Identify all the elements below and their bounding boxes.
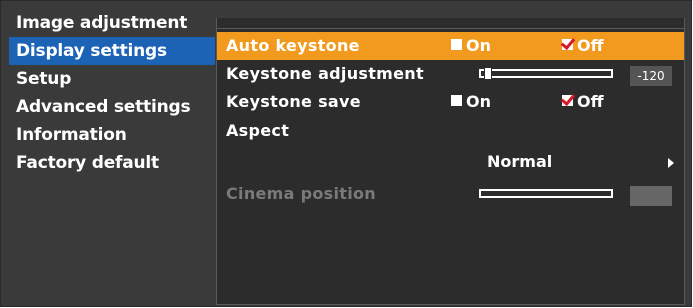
checkbox-checked-icon bbox=[562, 95, 573, 106]
aspect-label: Aspect bbox=[226, 121, 290, 140]
keystone-save-off-label: Off bbox=[577, 92, 604, 111]
keystone-save-label: Keystone save bbox=[226, 92, 361, 111]
auto-keystone-on-option[interactable]: On bbox=[451, 32, 491, 60]
auto-keystone-row[interactable]: Auto keystone On Off bbox=[217, 32, 684, 60]
auto-keystone-on-label: On bbox=[466, 36, 491, 55]
keystone-slider[interactable] bbox=[479, 67, 613, 80]
menu-item-factory-default[interactable]: Factory default bbox=[9, 149, 215, 177]
cinema-position-label: Cinema position bbox=[226, 184, 376, 203]
keystone-value: -120 bbox=[630, 66, 672, 86]
checkbox-icon bbox=[451, 39, 462, 50]
aspect-value-row[interactable]: Normal bbox=[217, 148, 684, 176]
aspect-value: Normal bbox=[487, 152, 553, 171]
checkbox-icon bbox=[451, 95, 462, 106]
keystone-save-off-option[interactable]: Off bbox=[562, 88, 604, 116]
osd-menu: Image adjustment Display settings Setup … bbox=[0, 0, 692, 307]
arrow-right-icon[interactable] bbox=[668, 158, 674, 168]
aspect-row[interactable]: Aspect bbox=[217, 117, 684, 145]
keystone-slider-thumb[interactable] bbox=[484, 67, 492, 80]
auto-keystone-off-option[interactable]: Off bbox=[562, 32, 604, 60]
menu-item-information[interactable]: Information bbox=[9, 121, 215, 149]
cinema-position-row: Cinema position bbox=[217, 180, 684, 208]
auto-keystone-label: Auto keystone bbox=[226, 36, 360, 55]
keystone-save-on-option[interactable]: On bbox=[451, 88, 491, 116]
menu-item-display-settings[interactable]: Display settings bbox=[9, 37, 215, 65]
menu-item-setup[interactable]: Setup bbox=[9, 65, 215, 93]
keystone-save-on-label: On bbox=[466, 92, 491, 111]
checkbox-checked-icon bbox=[562, 39, 573, 50]
cinema-position-slider bbox=[479, 189, 613, 198]
menu-item-image-adjustment[interactable]: Image adjustment bbox=[9, 9, 215, 37]
keystone-adjustment-label: Keystone adjustment bbox=[226, 64, 424, 83]
keystone-save-row[interactable]: Keystone save On Off bbox=[217, 88, 684, 116]
menu-item-advanced-settings[interactable]: Advanced settings bbox=[9, 93, 215, 121]
cinema-position-value bbox=[630, 186, 672, 206]
auto-keystone-off-label: Off bbox=[577, 36, 604, 55]
keystone-adjustment-row[interactable]: Keystone adjustment -120 bbox=[217, 60, 684, 88]
main-menu: Image adjustment Display settings Setup … bbox=[9, 9, 215, 177]
